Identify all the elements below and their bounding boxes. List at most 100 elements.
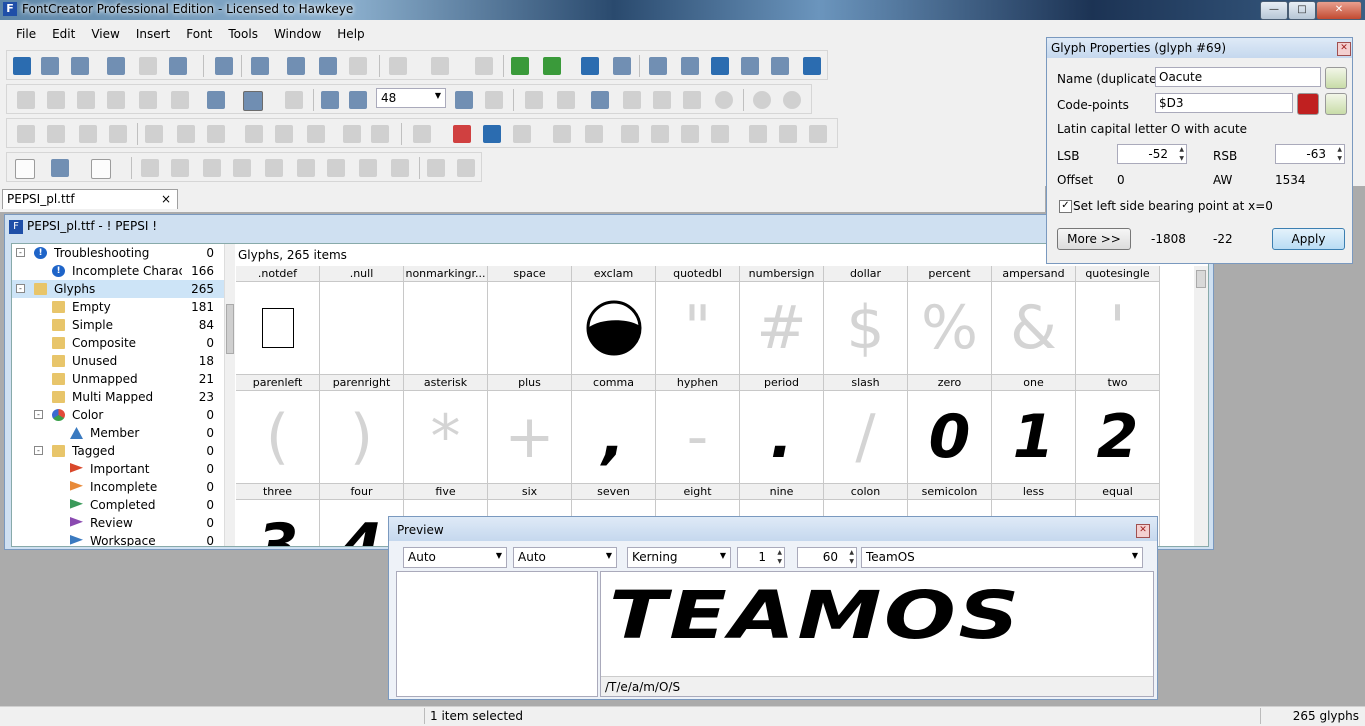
text-tool-icon[interactable] — [613, 57, 631, 75]
undo-icon[interactable] — [389, 57, 407, 75]
grid-4-icon[interactable] — [233, 159, 251, 177]
tree-item[interactable]: Review 0 — [12, 514, 224, 532]
preview-mode-combo[interactable]: Auto ▼ — [403, 547, 507, 568]
autotrace-icon[interactable] — [285, 91, 303, 109]
flip-horizontal-icon[interactable] — [651, 125, 669, 143]
close-button[interactable]: ✕ — [1316, 1, 1362, 20]
glyph-link-icon[interactable] — [513, 125, 531, 143]
eraser-icon[interactable] — [453, 125, 471, 143]
grid-6-icon[interactable] — [297, 159, 315, 177]
open-font-icon[interactable] — [41, 57, 59, 75]
skew-icon[interactable] — [621, 125, 639, 143]
menu-help[interactable]: Help — [329, 24, 372, 41]
glyph-cell[interactable]: slash / — [824, 375, 908, 484]
grid-scroll-thumb[interactable] — [1196, 270, 1206, 288]
tree-item[interactable]: Composite 0 — [12, 334, 224, 352]
install-font-icon[interactable] — [803, 57, 821, 75]
insert-character-icon[interactable] — [511, 57, 529, 75]
glyph-name-input[interactable]: Oacute — [1155, 67, 1321, 87]
unicode-icon[interactable] — [1297, 93, 1319, 115]
tree-item[interactable]: Simple 84 — [12, 316, 224, 334]
kerning-combo[interactable]: Kerning ▼ — [627, 547, 731, 568]
scale-icon[interactable] — [585, 125, 603, 143]
tree-scroll-thumb[interactable] — [226, 304, 234, 354]
insert-glyph-icon[interactable] — [543, 57, 561, 75]
tree-item[interactable]: Member 0 — [12, 424, 224, 442]
close-preview-icon[interactable]: ✕ — [1136, 524, 1150, 538]
spell-check-icon[interactable] — [741, 57, 759, 75]
properties-icon[interactable] — [649, 57, 667, 75]
grid-7-icon[interactable] — [327, 159, 345, 177]
tree-item[interactable]: Multi Mapped 23 — [12, 388, 224, 406]
pen-icon[interactable] — [139, 91, 157, 109]
grid-3-icon[interactable] — [203, 159, 221, 177]
rsb-spinner[interactable]: -63 — [1275, 144, 1345, 164]
new-font-icon[interactable] — [13, 57, 31, 75]
grid-2-icon[interactable] — [171, 159, 189, 177]
select-rect-icon[interactable] — [17, 91, 35, 109]
tree-item[interactable]: Important 0 — [12, 460, 224, 478]
page-icon[interactable] — [91, 159, 111, 179]
glyph-cell[interactable]: .notdef — [236, 266, 320, 375]
glyph-cell[interactable]: asterisk * — [404, 375, 488, 484]
menu-edit[interactable]: Edit — [44, 24, 83, 41]
fit-to-window-icon[interactable] — [455, 91, 473, 109]
control-point-icon[interactable] — [557, 91, 575, 109]
lsb-spinner[interactable]: -52 — [1117, 144, 1187, 164]
space-vertical-icon[interactable] — [307, 125, 325, 143]
hand-icon[interactable] — [77, 91, 95, 109]
menu-file[interactable]: File — [0, 24, 44, 41]
glyph-cell[interactable]: ampersand & — [992, 266, 1076, 375]
tree-item[interactable]: - Glyphs 265 — [12, 280, 224, 298]
next-glyph-icon[interactable] — [783, 91, 801, 109]
lsb-checkbox[interactable]: ✓ — [1059, 200, 1072, 213]
outline-mode-icon[interactable] — [243, 91, 263, 111]
tree-item[interactable]: Unused 18 — [12, 352, 224, 370]
more-button[interactable]: More >> — [1057, 228, 1131, 250]
hint-icon[interactable] — [391, 159, 409, 177]
glyph-grid-scrollbar[interactable] — [1194, 266, 1208, 546]
glyph-cell[interactable]: quotedbl " — [656, 266, 740, 375]
minimize-button[interactable]: — — [1260, 1, 1288, 20]
document-tab[interactable]: PEPSI_pl.ttf × — [2, 189, 178, 209]
anchor-icon[interactable] — [359, 159, 377, 177]
break-link-icon[interactable] — [483, 125, 501, 143]
snap-icon[interactable] — [457, 159, 475, 177]
zoom-combo[interactable]: 48 ▼ — [376, 88, 446, 108]
brush-icon[interactable] — [623, 91, 641, 109]
zoom-in-icon[interactable] — [321, 91, 339, 109]
glyph-cell[interactable]: .null — [320, 266, 404, 375]
subtract-icon[interactable] — [809, 125, 827, 143]
ellipse-icon[interactable] — [715, 91, 733, 109]
point-tool-icon[interactable] — [525, 91, 543, 109]
node-icon[interactable] — [427, 159, 445, 177]
preview-text-combo[interactable]: TeamOS ▼ — [861, 547, 1143, 568]
preview-direction-combo[interactable]: Auto ▼ — [513, 547, 617, 568]
tree-scrollbar[interactable] — [224, 244, 235, 546]
insert-image-icon[interactable] — [591, 91, 609, 109]
save-as-icon[interactable] — [169, 57, 187, 75]
open-installed-font-icon[interactable] — [71, 57, 89, 75]
tree-expander-icon[interactable]: - — [16, 248, 25, 257]
glyph-cell[interactable]: numbersign # — [740, 266, 824, 375]
tree-item[interactable]: - Tagged 0 — [12, 442, 224, 460]
zoom-out-icon[interactable] — [349, 91, 367, 109]
tree-item[interactable]: ! Incomplete Charac... 166 — [12, 262, 224, 280]
mirror-icon[interactable] — [711, 125, 729, 143]
glyph-cell[interactable]: one 1 — [992, 375, 1076, 484]
center-h-icon[interactable] — [343, 125, 361, 143]
sort-icon[interactable] — [51, 159, 69, 177]
copy-icon[interactable] — [319, 57, 337, 75]
union-icon[interactable] — [749, 125, 767, 143]
codepoint-lookup-button[interactable] — [1325, 93, 1347, 115]
save-icon[interactable] — [107, 57, 125, 75]
tree-item[interactable]: Empty 181 — [12, 298, 224, 316]
glyph-cell[interactable]: exclam — [572, 266, 656, 375]
redo-icon[interactable] — [431, 57, 449, 75]
find-icon[interactable] — [251, 57, 269, 75]
align-top-icon[interactable] — [109, 125, 127, 143]
tree-item[interactable]: Incomplete 0 — [12, 478, 224, 496]
web-check-icon[interactable] — [771, 57, 789, 75]
distribute-center-icon[interactable] — [177, 125, 195, 143]
measure-icon[interactable] — [107, 91, 125, 109]
